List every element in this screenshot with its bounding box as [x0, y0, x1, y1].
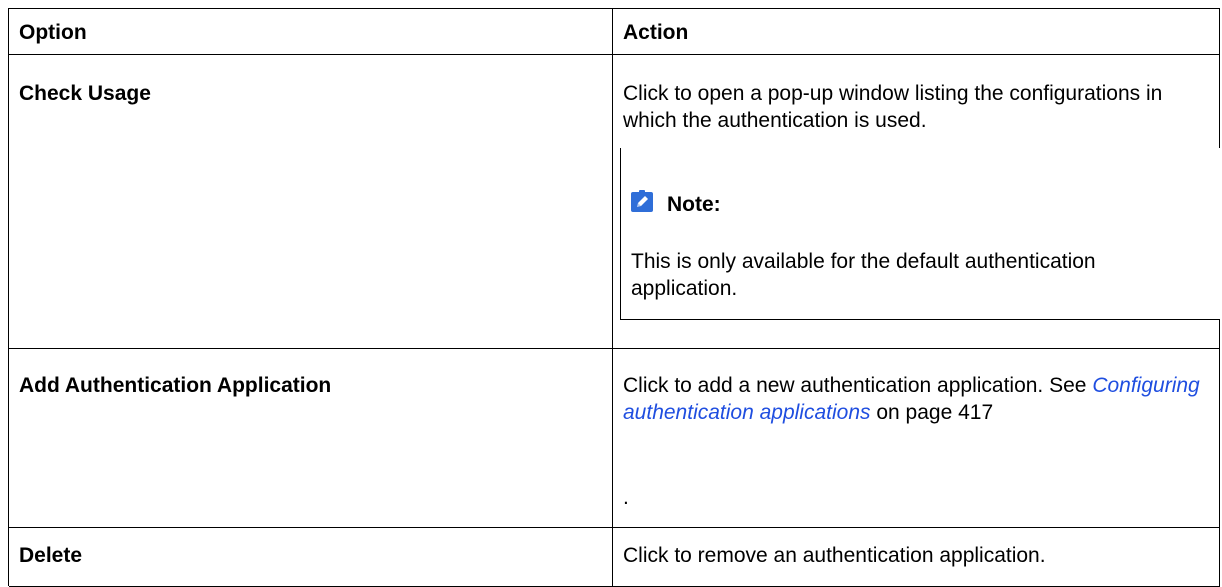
header-action-label: Action — [623, 21, 689, 44]
options-table: Option Action Check Usage Click to open … — [8, 8, 1220, 587]
action-text: Click to open a pop-up window listing th… — [623, 82, 1163, 132]
note-body: This is only available for the default a… — [631, 250, 1096, 300]
pencil-note-icon — [631, 190, 653, 212]
header-option-label: Option — [19, 21, 87, 44]
note-box: Note: This is only available for the def… — [620, 148, 1220, 320]
table-header-row: Option Action — [9, 9, 1220, 55]
action-text: Click to remove an authentication applic… — [623, 544, 1046, 567]
table-row: Check Usage Click to open a pop-up windo… — [9, 55, 1220, 349]
note-title: Note: — [667, 193, 721, 216]
header-cell-action: Action — [613, 9, 1220, 55]
trailing-period: . — [623, 486, 629, 509]
table-row: Delete Click to remove an authentication… — [9, 528, 1220, 587]
action-cell: Click to open a pop-up window listing th… — [613, 55, 1220, 349]
option-label: Add Authentication Application — [19, 374, 332, 397]
action-text: Click to add a new authentication applic… — [623, 372, 1209, 426]
option-cell: Add Authentication Application — [9, 349, 613, 528]
option-label: Check Usage — [19, 82, 151, 105]
action-cell: Click to remove an authentication applic… — [613, 528, 1220, 587]
action-suffix-text: on page 417 — [870, 401, 994, 424]
option-cell: Check Usage — [9, 55, 613, 349]
header-cell-option: Option — [9, 9, 613, 55]
table-row: Add Authentication Application Click to … — [9, 349, 1220, 528]
option-cell: Delete — [9, 528, 613, 587]
action-prefix-text: Click to add a new authentication applic… — [623, 374, 1093, 397]
action-cell: Click to add a new authentication applic… — [613, 349, 1220, 528]
option-label: Delete — [19, 544, 83, 567]
